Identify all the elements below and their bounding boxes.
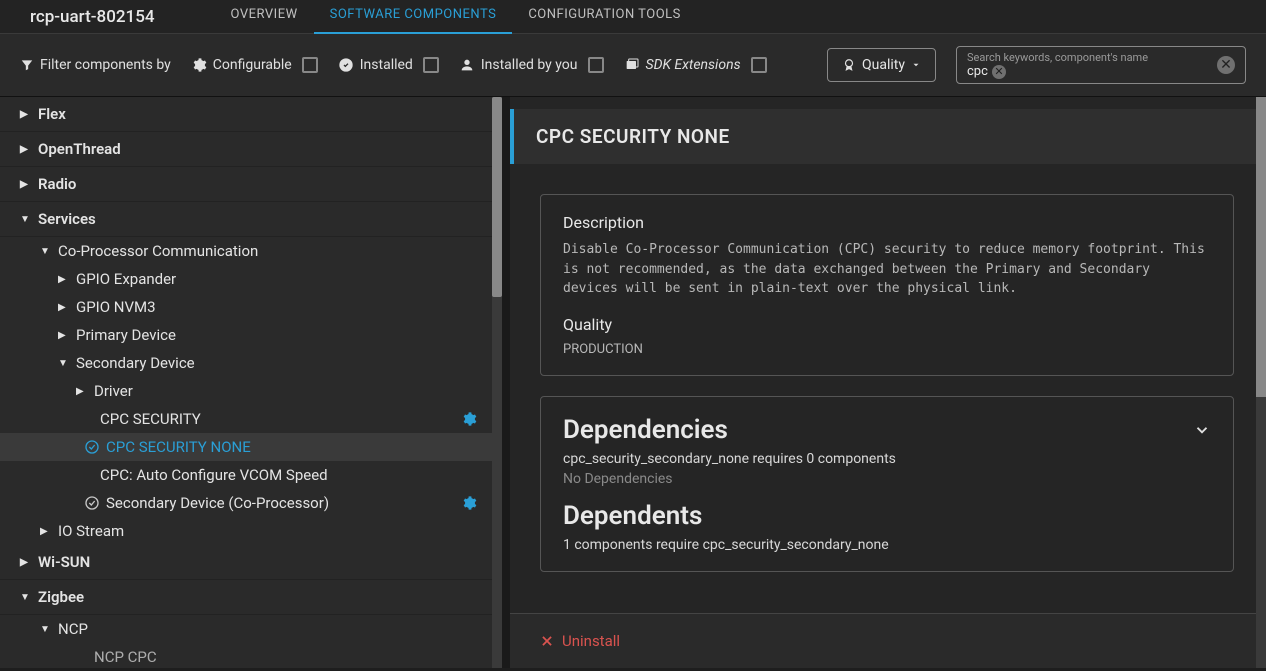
funnel-icon	[20, 58, 34, 72]
caret-right-icon: ▶	[58, 302, 70, 313]
tree-gpio-nvm3[interactable]: ▶GPIO NVM3	[0, 293, 502, 321]
checkbox[interactable]	[588, 57, 604, 73]
tree-cpc-security[interactable]: CPC SECURITY	[0, 405, 502, 433]
filter-configurable[interactable]: Configurable	[191, 57, 318, 73]
tree-openthread[interactable]: ▶OpenThread	[0, 132, 502, 167]
filter-installed[interactable]: Installed	[338, 57, 439, 73]
search-input[interactable]: Search keywords, component's name cpc ✕ …	[956, 46, 1246, 84]
tree-gpio-expander[interactable]: ▶GPIO Expander	[0, 265, 502, 293]
checkbox[interactable]	[751, 57, 767, 73]
caret-down-icon: ▼	[40, 624, 52, 635]
dependencies-title: Dependencies	[563, 415, 728, 445]
tree-ncp[interactable]: ▼NCP	[0, 615, 502, 643]
chevron-down-icon	[911, 60, 921, 70]
caret-right-icon: ▶	[20, 557, 32, 568]
tree-primary-device[interactable]: ▶Primary Device	[0, 321, 502, 349]
tree-wisun[interactable]: ▶Wi-SUN	[0, 545, 502, 580]
project-title: rcp-uart-802154	[10, 7, 155, 27]
action-bar: Uninstall	[510, 613, 1256, 668]
quality-label: Quality	[563, 315, 1211, 334]
scrollbar-thumb[interactable]	[1256, 97, 1266, 397]
chevron-down-icon[interactable]	[1193, 421, 1211, 439]
tree-cpc-security-none[interactable]: CPC SECURITY NONE	[0, 433, 502, 461]
tab-overview[interactable]: OVERVIEW	[215, 0, 314, 34]
tabs: OVERVIEW SOFTWARE COMPONENTS CONFIGURATI…	[215, 0, 697, 34]
uninstall-button[interactable]: Uninstall	[540, 632, 1226, 650]
tab-software-components[interactable]: SOFTWARE COMPONENTS	[314, 0, 513, 34]
component-tree: ▶Flex ▶OpenThread ▶Radio ▼Services ▼Co-P…	[0, 97, 510, 668]
filter-bar: Filter components by Configurable Instal…	[0, 34, 1266, 97]
dependencies-header[interactable]: Dependencies	[563, 415, 1211, 445]
main-area: ▶Flex ▶OpenThread ▶Radio ▼Services ▼Co-P…	[0, 97, 1266, 668]
description-card: Description Disable Co-Processor Communi…	[540, 194, 1234, 376]
tree-secondary-device[interactable]: ▼Secondary Device	[0, 349, 502, 377]
tree-zigbee[interactable]: ▼Zigbee	[0, 580, 502, 615]
scrollbar-thumb[interactable]	[492, 97, 502, 297]
caret-right-icon: ▶	[20, 179, 32, 190]
tree-secondary-coprocessor[interactable]: Secondary Device (Co-Processor)	[0, 489, 502, 517]
no-dependencies-text: No Dependencies	[563, 471, 1211, 487]
caret-right-icon: ▶	[20, 144, 32, 155]
search-clear-icon[interactable]: ✕	[1217, 56, 1235, 74]
installed-check-icon	[84, 439, 100, 455]
token-remove-icon[interactable]: ✕	[992, 65, 1006, 79]
quality-value: PRODUCTION	[563, 342, 1211, 357]
caret-down-icon: ▼	[20, 214, 32, 225]
tab-configuration-tools[interactable]: CONFIGURATION TOOLS	[512, 0, 697, 34]
ribbon-icon	[842, 58, 856, 72]
tree-cpc[interactable]: ▼Co-Processor Communication	[0, 237, 502, 265]
tree-radio[interactable]: ▶Radio	[0, 167, 502, 202]
filter-label: Filter components by	[20, 57, 171, 73]
configure-gear-icon[interactable]	[461, 495, 477, 511]
filter-sdk-extensions[interactable]: SDK Extensions	[624, 57, 767, 73]
tree-cpc-vcom[interactable]: CPC: Auto Configure VCOM Speed	[0, 461, 502, 489]
search-placeholder-label: Search keywords, component's name	[967, 51, 1235, 64]
search-value-row: cpc ✕	[967, 64, 1235, 79]
dependencies-card: Dependencies cpc_security_secondary_none…	[540, 396, 1234, 572]
configure-gear-icon[interactable]	[461, 411, 477, 427]
caret-right-icon: ▶	[76, 386, 88, 397]
check-circle-icon	[338, 57, 354, 73]
filter-label-text: Filter components by	[40, 57, 171, 73]
person-icon	[459, 57, 475, 73]
caret-down-icon: ▼	[58, 358, 70, 369]
quality-dropdown[interactable]: Quality	[827, 48, 936, 82]
installed-check-icon	[84, 495, 100, 511]
checkbox[interactable]	[302, 57, 318, 73]
detail-panel: CPC SECURITY NONE Description Disable Co…	[510, 97, 1266, 668]
search-token: cpc	[967, 64, 988, 79]
detail-title-bar: CPC SECURITY NONE	[510, 109, 1266, 164]
header-bar: rcp-uart-802154 OVERVIEW SOFTWARE COMPON…	[0, 0, 1266, 34]
caret-right-icon: ▶	[58, 274, 70, 285]
gear-icon	[191, 57, 207, 73]
caret-down-icon: ▼	[20, 592, 32, 603]
detail-body: Description Disable Co-Processor Communi…	[510, 164, 1254, 612]
tree-ncp-cpc[interactable]: NCP CPC	[0, 643, 502, 668]
caret-right-icon: ▶	[58, 330, 70, 341]
checkbox[interactable]	[423, 57, 439, 73]
component-title: CPC SECURITY NONE	[536, 125, 1244, 148]
tree-driver[interactable]: ▶Driver	[0, 377, 502, 405]
dependents-subtitle: 1 components require cpc_security_second…	[563, 537, 1211, 553]
caret-down-icon: ▼	[40, 246, 52, 257]
description-label: Description	[563, 213, 1211, 232]
tree-io-stream[interactable]: ▶IO Stream	[0, 517, 502, 545]
caret-right-icon: ▶	[40, 526, 52, 537]
extension-icon	[624, 57, 640, 73]
caret-right-icon: ▶	[20, 109, 32, 120]
filter-installed-by-you[interactable]: Installed by you	[459, 57, 604, 73]
tree-flex[interactable]: ▶Flex	[0, 97, 502, 132]
tree-services[interactable]: ▼Services	[0, 202, 502, 237]
description-text: Disable Co-Processor Communication (CPC)…	[563, 240, 1211, 299]
dependents-title: Dependents	[563, 501, 1211, 531]
close-icon	[540, 634, 554, 648]
dependencies-subtitle: cpc_security_secondary_none requires 0 c…	[563, 451, 1211, 467]
